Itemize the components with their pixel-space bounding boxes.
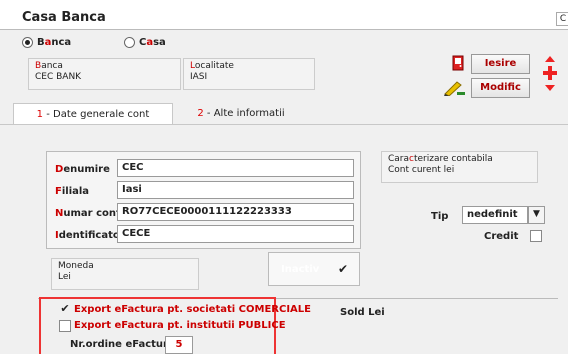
- identificator-label: Identificator: [55, 230, 125, 241]
- numar-cont-label: Numar cont: [55, 208, 121, 219]
- tab-other[interactable]: 2 - Alte informatii: [176, 103, 306, 125]
- currency-box: Moneda Lei: [51, 258, 199, 290]
- exit-button[interactable]: Iesire: [471, 54, 530, 74]
- bank-value: CEC BANK: [35, 72, 82, 82]
- inactive-checkbox[interactable]: ✔: [337, 263, 349, 276]
- tip-label: Tip: [431, 211, 449, 222]
- inactive-label: Inactiv: [281, 264, 320, 275]
- locality-box: Localitate IASI: [183, 58, 315, 90]
- radio-banca[interactable]: Banca: [22, 37, 71, 48]
- tab-bar: 1 - Date generale cont 2 - Alte informat…: [0, 103, 568, 125]
- radio-casa-label: Casa: [139, 37, 166, 48]
- radio-banca-label: Banca: [37, 37, 72, 48]
- order-field[interactable]: 5: [165, 336, 193, 354]
- filiala-field[interactable]: Iasi: [117, 181, 354, 199]
- credit-checkbox[interactable]: [530, 230, 542, 242]
- commercial-checkbox[interactable]: ✔: [59, 303, 71, 316]
- identificator-field[interactable]: CECE: [117, 225, 354, 243]
- bank-label: Banca: [35, 61, 63, 71]
- denumire-field[interactable]: CEC: [117, 159, 354, 177]
- locality-label: Localitate: [190, 61, 234, 71]
- pencil-edit-icon: [443, 80, 465, 97]
- title-bar: Casa Banca C: [0, 0, 568, 30]
- chevron-down-icon[interactable]: ▼: [528, 206, 545, 224]
- numar-cont-field[interactable]: RO77CECE0000111122223333: [117, 203, 354, 221]
- accounting-box: Caracterizare contabila Cont curent lei: [381, 151, 538, 183]
- window-corner-button[interactable]: C: [556, 12, 568, 26]
- tip-select[interactable]: nedefinit: [462, 206, 528, 224]
- inactive-toggle[interactable]: Inactiv ✔: [268, 252, 360, 286]
- public-label: Export eFactura pt. institutii PUBLICE: [74, 320, 286, 331]
- radio-banca-dot[interactable]: [22, 37, 33, 48]
- modify-button[interactable]: Modific: [471, 78, 530, 98]
- plus-icon-h: [543, 71, 557, 75]
- arrow-down-icon: [545, 85, 555, 91]
- radio-casa-dot[interactable]: [124, 37, 135, 48]
- tab-other-label: - Alte informatii: [203, 108, 285, 119]
- currency-label: Moneda: [58, 261, 94, 271]
- currency-value: Lei: [58, 272, 71, 282]
- credit-label: Credit: [484, 231, 519, 242]
- accounting-value: Cont curent lei: [388, 165, 455, 175]
- filiala-label: Filiala: [55, 186, 90, 197]
- arrow-up-icon: [545, 56, 555, 62]
- radio-casa[interactable]: Casa: [124, 37, 166, 48]
- accounting-label: Caracterizare contabila: [388, 154, 493, 164]
- bank-info-box: Banca CEC BANK: [28, 58, 181, 90]
- public-checkbox[interactable]: [59, 320, 71, 332]
- commercial-label: Export eFactura pt. societati COMERCIALE: [74, 304, 311, 315]
- order-label: Nr.ordine eFactura: [70, 339, 175, 350]
- tab-general[interactable]: 1 - Date generale cont: [13, 103, 173, 125]
- record-navigation: [543, 54, 557, 96]
- denumire-label: Denumire: [55, 164, 110, 175]
- window-title: Casa Banca: [22, 10, 106, 25]
- balance-label: Sold Lei: [340, 307, 385, 318]
- door-exit-icon: [451, 55, 465, 71]
- tab-general-label: - Date generale cont: [43, 109, 150, 120]
- locality-value: IASI: [190, 72, 208, 82]
